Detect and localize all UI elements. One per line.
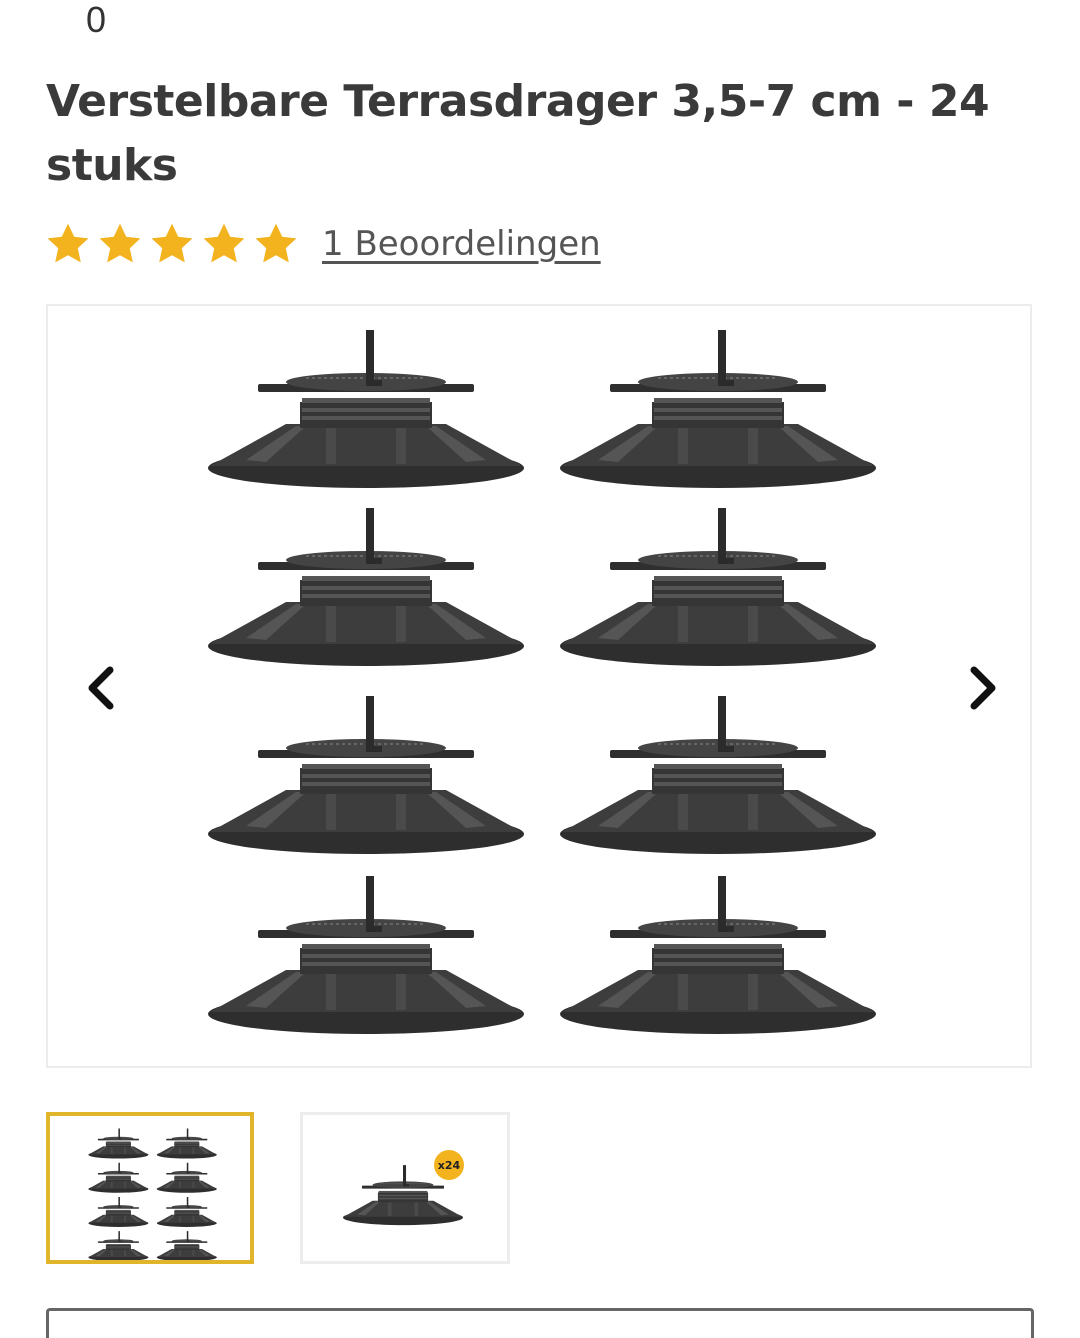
star-icon xyxy=(203,223,245,263)
cart-count[interactable]: 0 xyxy=(86,0,106,40)
quantity-badge-label: x24 xyxy=(438,1159,461,1172)
chevron-right-icon[interactable] xyxy=(960,658,1008,718)
reviews-link[interactable]: 1 Beoordelingen xyxy=(322,224,601,264)
thumbnail-1[interactable] xyxy=(46,1112,254,1264)
option-select[interactable] xyxy=(46,1308,1034,1338)
chevron-left-icon[interactable] xyxy=(76,658,124,718)
thumbnail-2[interactable]: x24 xyxy=(300,1112,510,1264)
pedestal-grid xyxy=(207,329,877,1035)
product-gallery[interactable] xyxy=(46,304,1032,1068)
star-icon xyxy=(47,223,89,263)
rating-row: 1 Beoordelingen xyxy=(44,216,601,272)
star-icon xyxy=(255,223,297,263)
star-icon xyxy=(99,223,141,263)
rating-stars xyxy=(44,220,300,268)
star-icon xyxy=(151,223,193,263)
thumbnail-image: x24 xyxy=(342,1150,464,1226)
product-image xyxy=(207,329,877,1035)
product-title: Verstelbare Terrasdrager 3,5-7 cm - 24 s… xyxy=(46,76,990,191)
thumbnail-image xyxy=(88,1128,218,1262)
